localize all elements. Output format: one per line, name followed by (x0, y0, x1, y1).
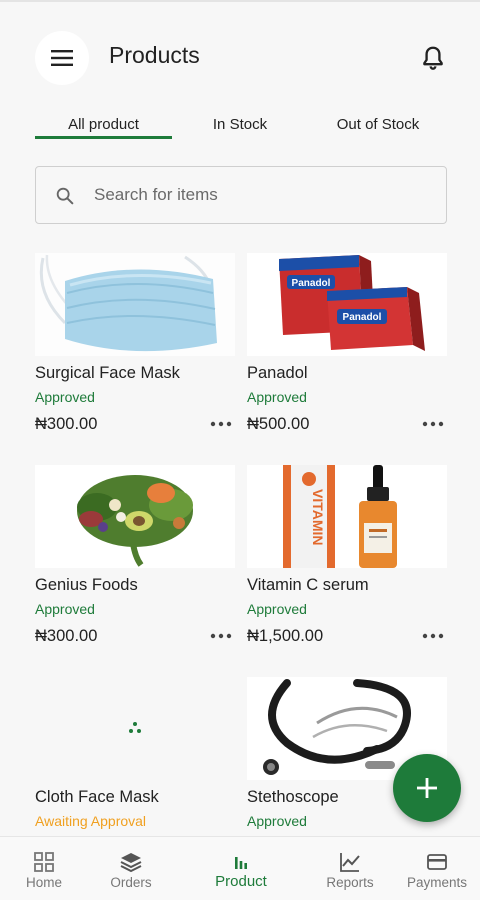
product-price: ₦1,500.00 (247, 627, 324, 645)
box-label: Panadol (343, 312, 382, 323)
active-tab-indicator (35, 136, 172, 139)
label-text: VITAMIN (310, 489, 326, 546)
nav-label: Home (25, 875, 62, 890)
grid-icon (34, 852, 54, 872)
nav-product[interactable]: Product (205, 837, 277, 900)
tab-in-stock[interactable]: In Stock (190, 116, 290, 133)
product-price: ₦300.00 (35, 415, 98, 433)
product-name: Surgical Face Mask (35, 364, 180, 382)
plus-icon (417, 778, 437, 798)
search-box[interactable] (35, 166, 447, 224)
product-card[interactable]: Panadol Panadol Panadol Approved ₦500.00 (247, 253, 447, 453)
more-options-icon[interactable] (422, 629, 444, 643)
product-name: Stethoscope (247, 788, 339, 806)
more-options-icon[interactable] (210, 417, 232, 431)
nav-label: Product (215, 873, 267, 890)
nav-label: Orders (110, 875, 152, 890)
bell-icon[interactable] (419, 44, 447, 72)
product-name: Genius Foods (35, 576, 138, 594)
product-status: Awaiting Approval (35, 813, 147, 829)
search-input[interactable] (94, 179, 424, 211)
nav-label: Reports (326, 875, 374, 890)
card-icon (427, 854, 447, 870)
product-name: Panadol (247, 364, 308, 382)
product-name: Vitamin C serum (247, 576, 369, 594)
product-status: Approved (247, 813, 307, 829)
more-options-icon[interactable] (422, 417, 444, 431)
product-name: Cloth Face Mask (35, 788, 159, 806)
line-chart-icon (340, 853, 360, 872)
product-status: Approved (35, 601, 95, 617)
product-image-vitamin-c-serum: VITAMIN (247, 465, 447, 568)
product-price: ₦300.00 (35, 627, 98, 645)
hamburger-icon (51, 50, 73, 66)
status-divider (0, 0, 480, 2)
nav-orders[interactable]: Orders (100, 837, 162, 900)
more-options-icon[interactable] (210, 629, 232, 643)
product-image-genius-foods (35, 465, 235, 568)
product-card[interactable]: Surgical Face Mask Approved ₦300.00 (35, 253, 235, 453)
nav-payments[interactable]: Payments (400, 837, 474, 900)
product-image-panadol: Panadol Panadol (247, 253, 447, 356)
nav-reports[interactable]: Reports (318, 837, 382, 900)
menu-button[interactable] (35, 31, 89, 85)
box-label: Panadol (292, 278, 331, 289)
page-title: Products (109, 42, 200, 68)
bottom-navigation: Home Orders Product Reports Payments (0, 836, 480, 900)
product-status: Approved (247, 601, 307, 617)
product-price: ₦500.00 (247, 415, 310, 433)
product-image-placeholder (35, 677, 235, 780)
app-header: Products (0, 30, 480, 86)
product-tabs: All product In Stock Out of Stock (0, 112, 480, 142)
product-card[interactable]: Genius Foods Approved ₦300.00 (35, 465, 235, 665)
product-image-surgical-mask (35, 253, 235, 356)
nav-label: Payments (406, 875, 468, 890)
tab-out-of-stock[interactable]: Out of Stock (318, 116, 438, 133)
add-product-button[interactable] (393, 754, 461, 822)
bar-chart-icon (235, 857, 247, 869)
layers-icon (120, 853, 142, 873)
product-status: Approved (247, 389, 307, 405)
nav-home[interactable]: Home (14, 837, 74, 900)
tab-all-product[interactable]: All product (35, 116, 172, 133)
product-card[interactable]: VITAMIN Vitamin C serum Approved ₦1,500.… (247, 465, 447, 665)
product-status: Approved (35, 389, 95, 405)
search-icon (56, 187, 74, 205)
loading-spinner-icon (129, 722, 141, 733)
